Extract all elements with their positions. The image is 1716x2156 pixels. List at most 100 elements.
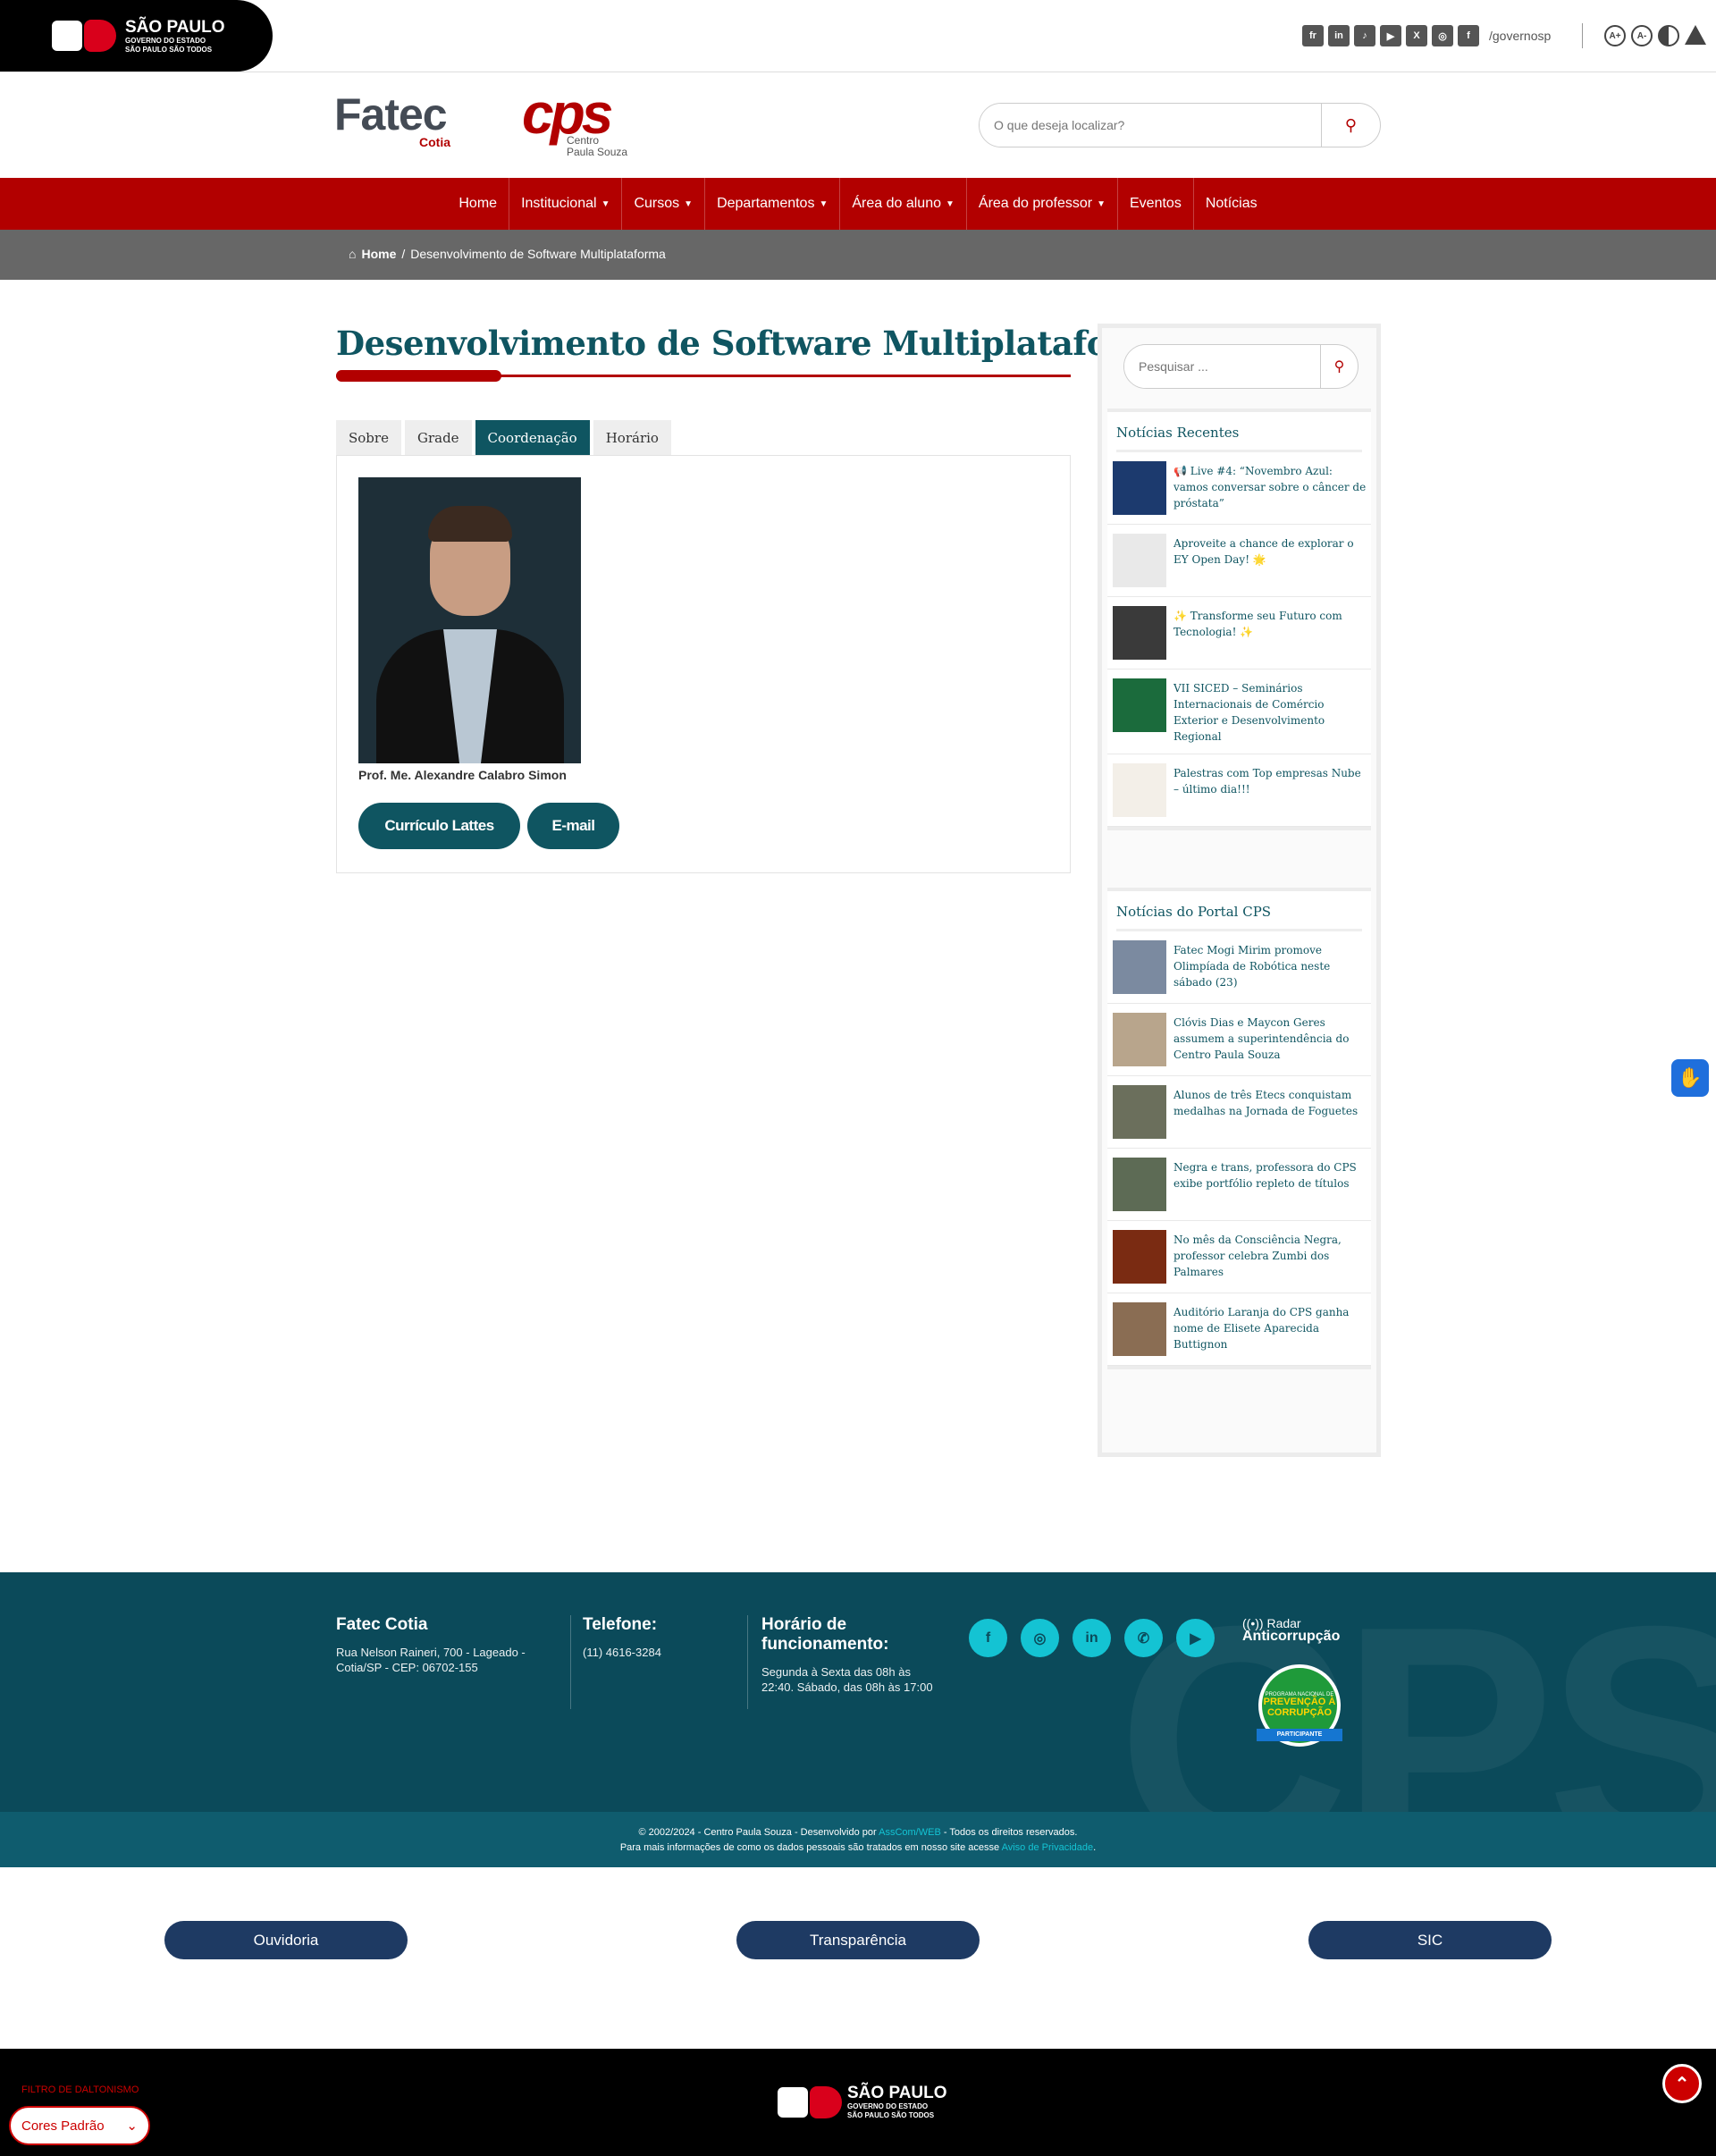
flickr-icon[interactable]: fr [1302, 25, 1324, 46]
sign-language-icon[interactable]: ✋ [1671, 1059, 1709, 1097]
site-search-input[interactable] [980, 104, 1321, 147]
tab-horario[interactable]: Horário [593, 420, 671, 455]
whatsapp-icon[interactable]: ✆ [1124, 1619, 1163, 1657]
nav-item-area-aluno[interactable]: Área do aluno ▼ [840, 178, 967, 230]
youtube-icon[interactable]: ▶ [1176, 1619, 1215, 1657]
portal-news-item[interactable]: Auditório Laranja do CPS ganha nome de E… [1107, 1293, 1371, 1366]
fatec-logo-city: Cotia [419, 135, 450, 149]
breadcrumb-bar: ⌂ Home / Desenvolvimento de Software Mul… [0, 230, 1716, 280]
tab-sobre[interactable]: Sobre [336, 420, 401, 455]
nav-item-departamentos[interactable]: Departamentos ▼ [705, 178, 841, 230]
news-thumbnail[interactable] [1113, 763, 1166, 817]
news-title-link[interactable]: No mês da Consciência Negra, professor c… [1173, 1230, 1369, 1280]
news-thumbnail[interactable] [1113, 1230, 1166, 1284]
prevencao-corrupcao-seal[interactable]: PROGRAMA NACIONAL DE PREVENÇÃO À CORRUPÇ… [1257, 1664, 1342, 1747]
news-title-link[interactable]: Alunos de três Etecs conquistam medalhas… [1173, 1085, 1369, 1119]
tab-grade[interactable]: Grade [404, 420, 472, 455]
font-decrease-button[interactable]: A- [1631, 25, 1653, 46]
contrast-icon[interactable] [1658, 25, 1679, 46]
gov-logo-line2: SÃO PAULO SÃO TODOS [125, 45, 213, 54]
asscom-link[interactable]: AssCom/WEB [879, 1827, 941, 1838]
news-title-link[interactable]: Clóvis Dias e Maycon Geres assumem a sup… [1173, 1013, 1369, 1063]
news-thumbnail[interactable] [1113, 1302, 1166, 1356]
facebook-icon[interactable]: f [1458, 25, 1479, 46]
footer-phone-number[interactable]: (11) 4616-3284 [583, 1646, 726, 1661]
nav-item-home[interactable]: Home [447, 178, 510, 230]
portal-news-item[interactable]: Fatec Mogi Mirim promove Olimpíada de Ro… [1107, 931, 1371, 1004]
x-icon[interactable]: X [1406, 25, 1427, 46]
gov-sp-footer-logo[interactable]: SÃO PAULO GOVERNO DO ESTADO SÃO PAULO SÃ… [778, 2084, 947, 2119]
radar-anticorrupcao-logo[interactable]: ((•)) Radar Anticorrupção [1242, 1617, 1340, 1644]
tab-coordenacao[interactable]: Coordenação [475, 420, 590, 455]
recent-news-item[interactable]: ✨ Transforme seu Futuro com Tecnologia! … [1107, 597, 1371, 670]
site-header: Fatec Cotia CPS Centro Paula Souza ⚲ [0, 72, 1716, 178]
portal-news-item[interactable]: Negra e trans, professora do CPS exibe p… [1107, 1149, 1371, 1221]
footer-hours: Horário de funcionamento: Segunda à Sext… [761, 1615, 940, 1695]
fatec-logo[interactable]: Fatec Cotia [334, 92, 450, 149]
news-thumbnail[interactable] [1113, 1013, 1166, 1066]
news-thumbnail[interactable] [1113, 606, 1166, 660]
instagram-icon[interactable]: ◎ [1432, 25, 1453, 46]
home-icon: ⌂ [349, 247, 357, 261]
news-title-link[interactable]: Aproveite a chance de explorar o EY Open… [1173, 534, 1369, 568]
youtube-icon[interactable]: ▶ [1380, 25, 1401, 46]
nav-item-noticias[interactable]: Notícias [1194, 178, 1269, 230]
privacy-link[interactable]: Aviso de Privacidade [1002, 1842, 1094, 1853]
recent-news-item[interactable]: 📢 Live #4: “Novembro Azul: vamos convers… [1107, 452, 1371, 525]
search-icon[interactable]: ⚲ [1320, 345, 1358, 388]
linkedin-icon[interactable]: in [1072, 1619, 1111, 1657]
sic-button[interactable]: SIC [1308, 1921, 1552, 1959]
copyright-bar: © 2002/2024 - Centro Paula Souza - Desen… [0, 1812, 1716, 1867]
recent-news-item[interactable]: VII SICED – Seminários Internacionais de… [1107, 670, 1371, 754]
footer-decoration: CPS [1116, 1572, 1716, 1812]
news-title-link[interactable]: Auditório Laranja do CPS ganha nome de E… [1173, 1302, 1369, 1352]
news-title-link[interactable]: ✨ Transforme seu Futuro com Tecnologia! … [1173, 606, 1369, 640]
news-thumbnail[interactable] [1113, 1085, 1166, 1139]
font-increase-button[interactable]: A+ [1604, 25, 1626, 46]
instagram-icon[interactable]: ◎ [1021, 1619, 1059, 1657]
footer-address-text: Rua Nelson Raineri, 700 - Lageado - Coti… [336, 1645, 526, 1674]
recent-news-item[interactable]: Palestras com Top empresas Nube – último… [1107, 754, 1371, 827]
breadcrumb-home[interactable]: Home [361, 247, 396, 261]
nav-item-cursos[interactable]: Cursos ▼ [622, 178, 706, 230]
portal-news-item[interactable]: Alunos de três Etecs conquistam medalhas… [1107, 1076, 1371, 1149]
portal-news-item[interactable]: No mês da Consciência Negra, professor c… [1107, 1221, 1371, 1293]
breadcrumb-current: Desenvolvimento de Software Multiplatafo… [410, 247, 666, 261]
footer-unit-name: Fatec Cotia [336, 1615, 428, 1634]
nav-item-area-professor[interactable]: Área do professor ▼ [967, 178, 1118, 230]
news-thumbnail[interactable] [1113, 678, 1166, 732]
news-title-link[interactable]: 📢 Live #4: “Novembro Azul: vamos convers… [1173, 461, 1369, 511]
search-icon[interactable]: ⚲ [1321, 104, 1380, 147]
scroll-to-top-button[interactable]: ⌃ [1662, 2064, 1702, 2103]
sidebar-search: ⚲ [1123, 344, 1358, 389]
news-thumbnail[interactable] [1113, 534, 1166, 587]
recent-news-item[interactable]: Aproveite a chance de explorar o EY Open… [1107, 525, 1371, 597]
curriculo-lattes-button[interactable]: Currículo Lattes [358, 803, 520, 849]
sp-logo-icon [778, 2085, 842, 2118]
gov-social-handle[interactable]: /governosp [1489, 29, 1551, 43]
gov-sp-logo[interactable]: SÃO PAULO GOVERNO DO ESTADO SÃO PAULO SÃ… [0, 0, 273, 72]
sidebar-search-input[interactable] [1124, 345, 1320, 388]
news-title-link[interactable]: VII SICED – Seminários Internacionais de… [1173, 678, 1369, 745]
alert-icon[interactable] [1685, 25, 1706, 45]
news-title-link[interactable]: Negra e trans, professora do CPS exibe p… [1173, 1158, 1369, 1192]
color-filter-select[interactable]: Cores Padrão ⌄ [9, 2106, 150, 2145]
tiktok-icon[interactable]: ♪ [1354, 25, 1375, 46]
chevron-down-icon: ▼ [946, 198, 955, 209]
email-button[interactable]: E-mail [527, 803, 619, 849]
news-title-link[interactable]: Palestras com Top empresas Nube – último… [1173, 763, 1369, 797]
news-title-link[interactable]: Fatec Mogi Mirim promove Olimpíada de Ro… [1173, 940, 1369, 990]
news-thumbnail[interactable] [1113, 461, 1166, 515]
cps-logo[interactable]: CPS Centro Paula Souza [522, 85, 634, 164]
facebook-icon[interactable]: f [969, 1619, 1007, 1657]
portal-news-item[interactable]: Clóvis Dias e Maycon Geres assumem a sup… [1107, 1004, 1371, 1076]
news-thumbnail[interactable] [1113, 940, 1166, 994]
nav-item-eventos[interactable]: Eventos [1118, 178, 1194, 230]
accessibility-tools: A+ A- [1604, 25, 1706, 46]
site-footer: CPS Fatec Cotia Rua Nelson Raineri, 700 … [0, 1572, 1716, 1812]
news-thumbnail[interactable] [1113, 1158, 1166, 1211]
transparencia-button[interactable]: Transparência [736, 1921, 980, 1959]
nav-item-institucional[interactable]: Institucional ▼ [509, 178, 623, 230]
ouvidoria-button[interactable]: Ouvidoria [164, 1921, 408, 1959]
linkedin-icon[interactable]: in [1328, 25, 1350, 46]
